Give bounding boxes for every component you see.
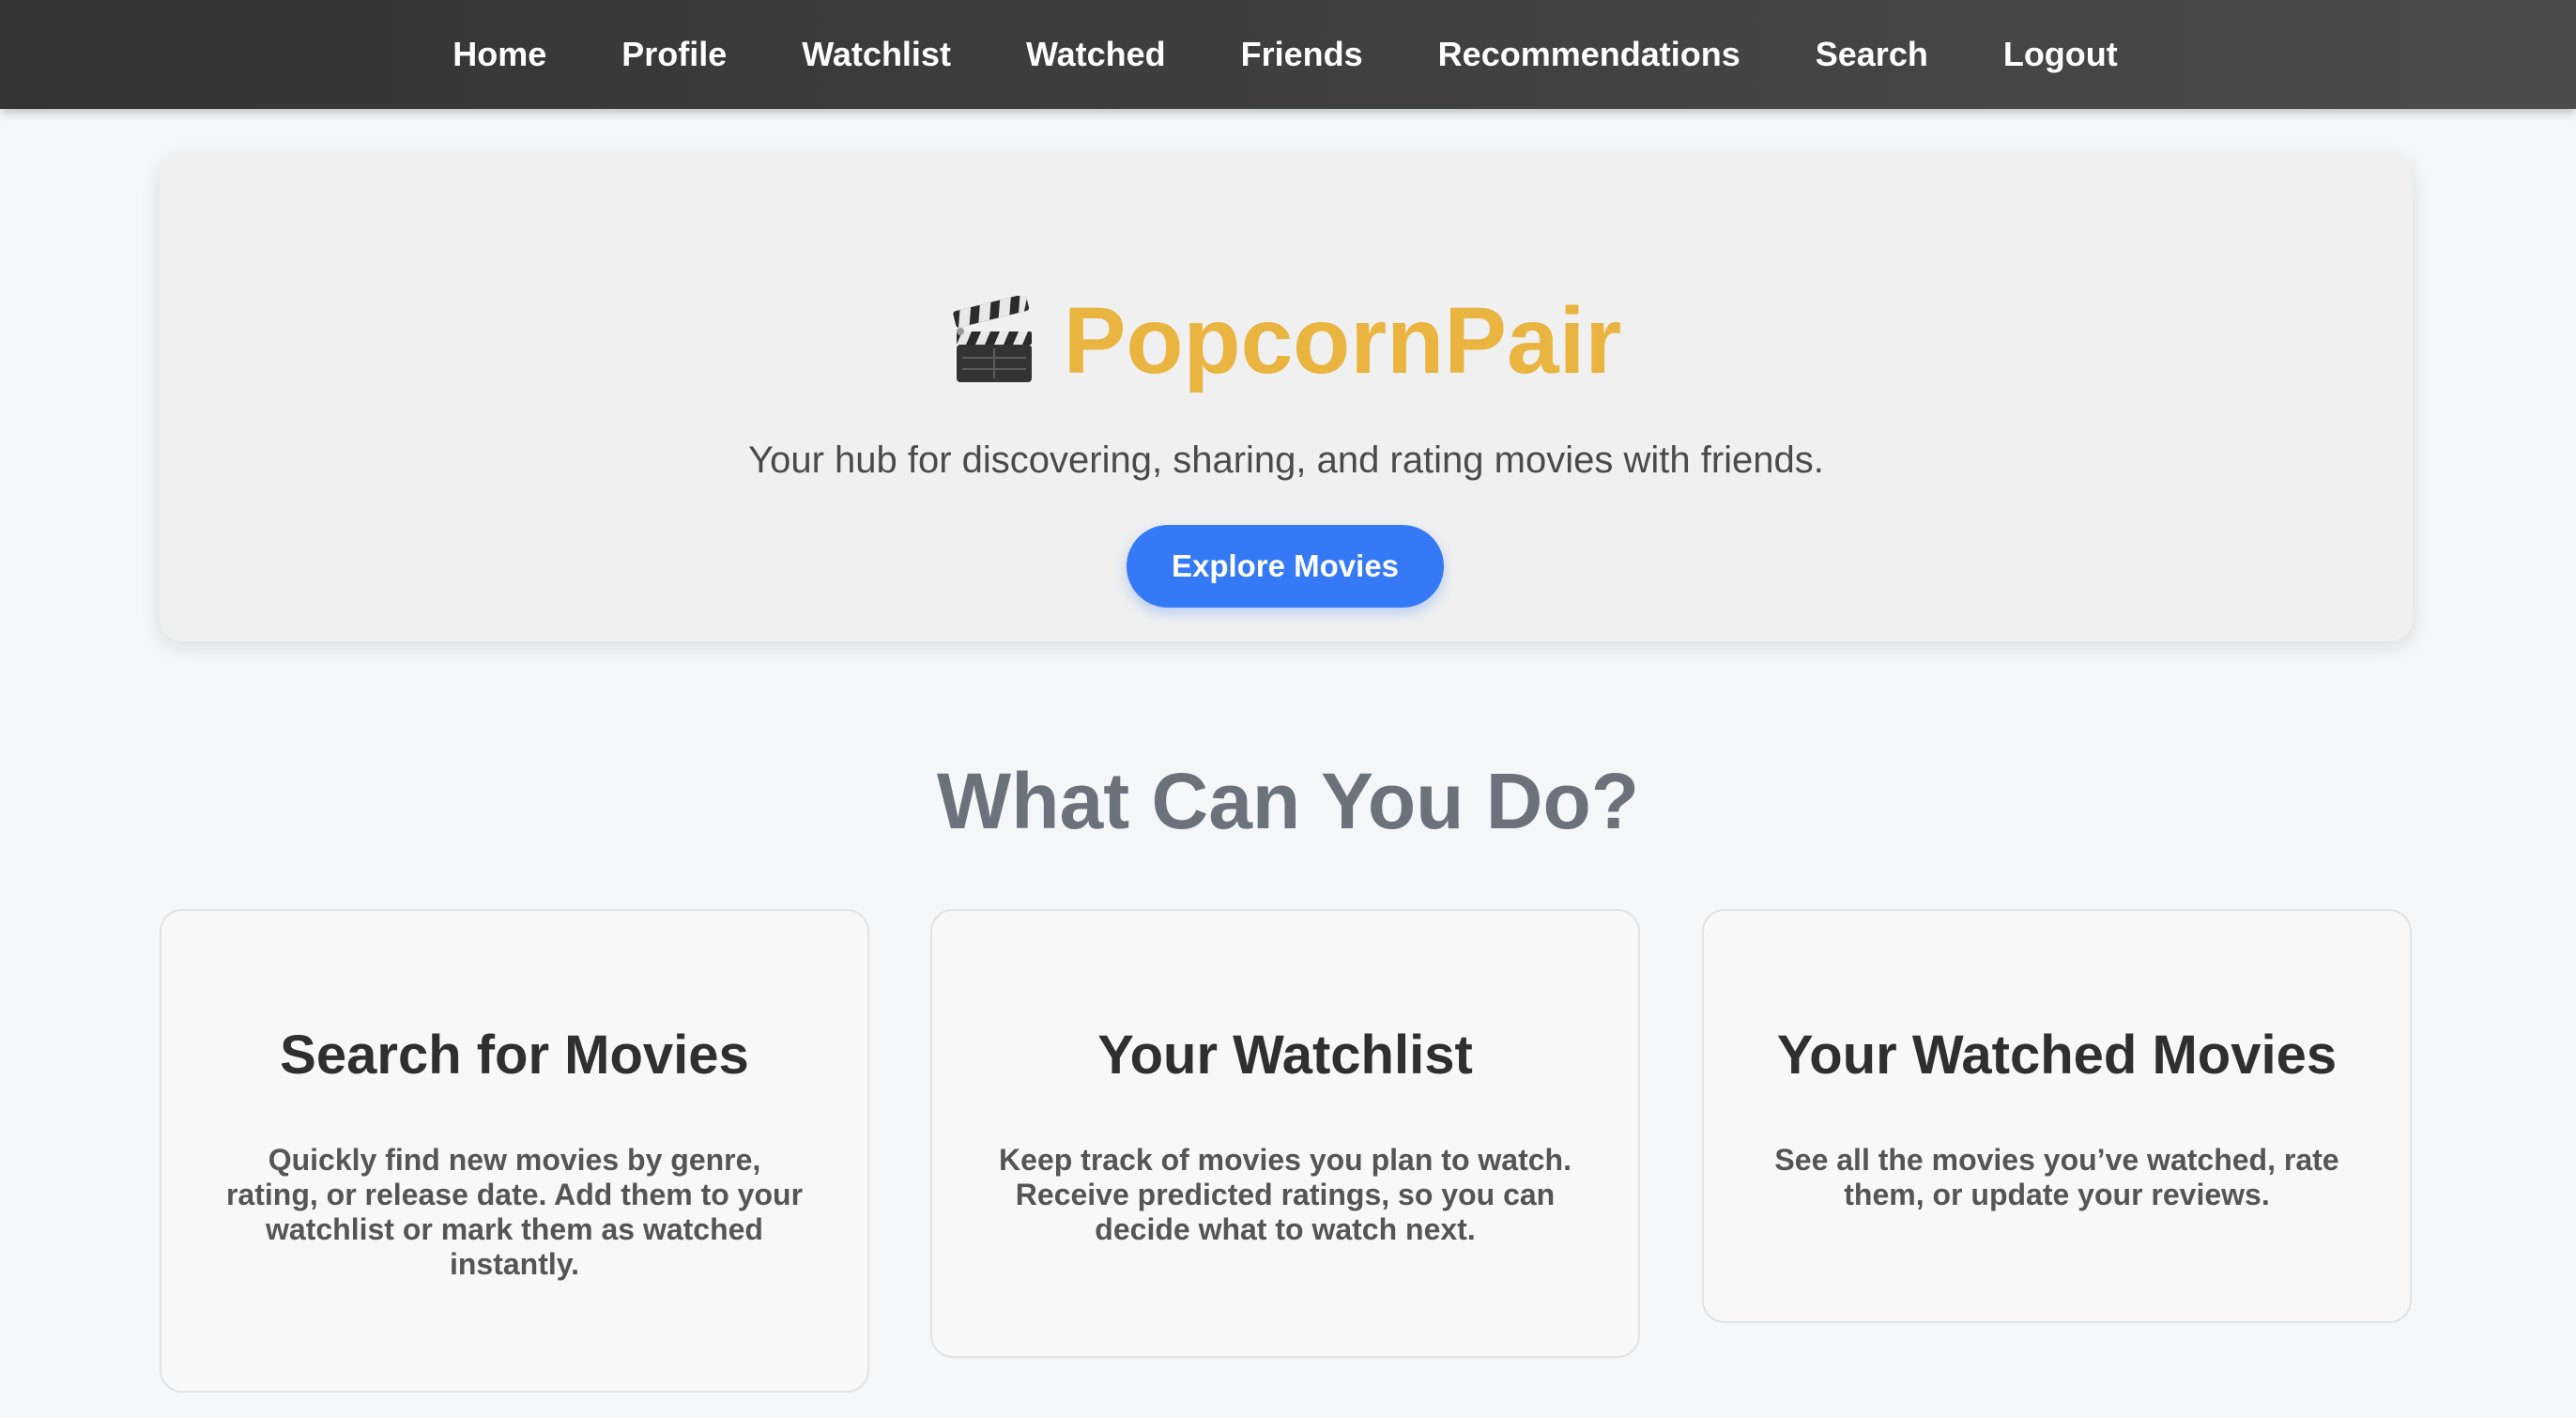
nav-item-profile: Profile bbox=[621, 35, 727, 74]
nav-item-watched: Watched bbox=[1026, 35, 1166, 74]
nav-link-watchlist[interactable]: Watchlist bbox=[802, 35, 951, 73]
feature-card-title: Your Watchlist bbox=[1097, 1025, 1473, 1086]
hero-title-text: PopcornPair bbox=[1063, 288, 1622, 393]
feature-card-description: Keep track of movies you plan to watch. … bbox=[999, 1143, 1572, 1246]
hero-subtitle: Your hub for discovering, sharing, and r… bbox=[748, 439, 1824, 481]
hero-banner: PopcornPair Your hub for discovering, sh… bbox=[160, 153, 2413, 641]
feature-card-watchlist: Your Watchlist Keep track of movies you … bbox=[930, 909, 1640, 1358]
nav-link-watched[interactable]: Watched bbox=[1026, 35, 1166, 73]
nav-link-home[interactable]: Home bbox=[452, 35, 546, 73]
hero-heading: PopcornPair bbox=[160, 288, 2413, 393]
feature-card-description: Quickly find new movies by genre, rating… bbox=[225, 1143, 804, 1281]
feature-card-watched: Your Watched Movies See all the movies y… bbox=[1702, 909, 2412, 1323]
feature-card-description: See all the movies you’ve watched, rate … bbox=[1774, 1143, 2339, 1211]
nav-link-friends[interactable]: Friends bbox=[1241, 35, 1363, 73]
nav-menu: Home Profile Watchlist Watched Friends R… bbox=[452, 35, 2118, 74]
nav-item-home: Home bbox=[452, 35, 546, 74]
nav-item-friends: Friends bbox=[1241, 35, 1363, 74]
top-navbar: Home Profile Watchlist Watched Friends R… bbox=[0, 0, 2576, 109]
nav-link-recommendations[interactable]: Recommendations bbox=[1438, 35, 1740, 73]
nav-item-search: Search bbox=[1816, 35, 1928, 74]
feature-card-search: Search for Movies Quickly find new movie… bbox=[160, 909, 869, 1393]
nav-link-profile[interactable]: Profile bbox=[621, 35, 727, 73]
feature-card-title: Search for Movies bbox=[280, 1025, 749, 1086]
nav-item-watchlist: Watchlist bbox=[802, 35, 951, 74]
nav-item-logout: Logout bbox=[2003, 35, 2118, 74]
nav-link-logout[interactable]: Logout bbox=[2003, 35, 2118, 73]
feature-card-title: Your Watched Movies bbox=[1776, 1025, 2338, 1086]
nav-link-search[interactable]: Search bbox=[1816, 35, 1928, 73]
features-heading: What Can You Do? bbox=[936, 757, 1640, 845]
nav-item-recommendations: Recommendations bbox=[1438, 35, 1740, 74]
explore-movies-button[interactable]: Explore Movies bbox=[1127, 525, 1444, 608]
clapperboard-icon bbox=[951, 293, 1037, 386]
